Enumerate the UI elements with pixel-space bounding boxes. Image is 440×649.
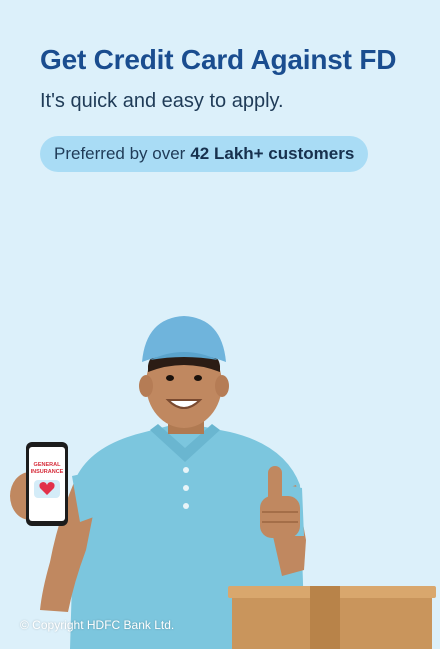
ear (215, 375, 229, 397)
phone-screen-line1: GENERAL (34, 462, 62, 468)
delivery-person-illustration: GENERAL INSURANCE (10, 316, 436, 649)
page-subtitle: It's quick and easy to apply. (40, 90, 284, 112)
shirt-button (183, 503, 189, 509)
ear (139, 375, 153, 397)
cardboard-box (228, 586, 436, 649)
copyright-text: © Copyright HDFC Bank Ltd. (20, 618, 175, 632)
promo-banner: Get Credit Card Against FD It's quick an… (0, 0, 440, 649)
badge-prefix-text: Preferred by over (54, 144, 186, 163)
phone-icon: GENERAL INSURANCE (26, 442, 68, 526)
badge-highlight-text: 42 Lakh+ customers (190, 144, 355, 163)
customer-count-badge: Preferred by over 42 Lakh+ customers (40, 136, 369, 172)
page-title: Get Credit Card Against FD (40, 44, 397, 75)
shirt-button (183, 485, 189, 491)
shirt-button (183, 467, 189, 473)
phone-screen-line2: INSURANCE (31, 469, 64, 475)
